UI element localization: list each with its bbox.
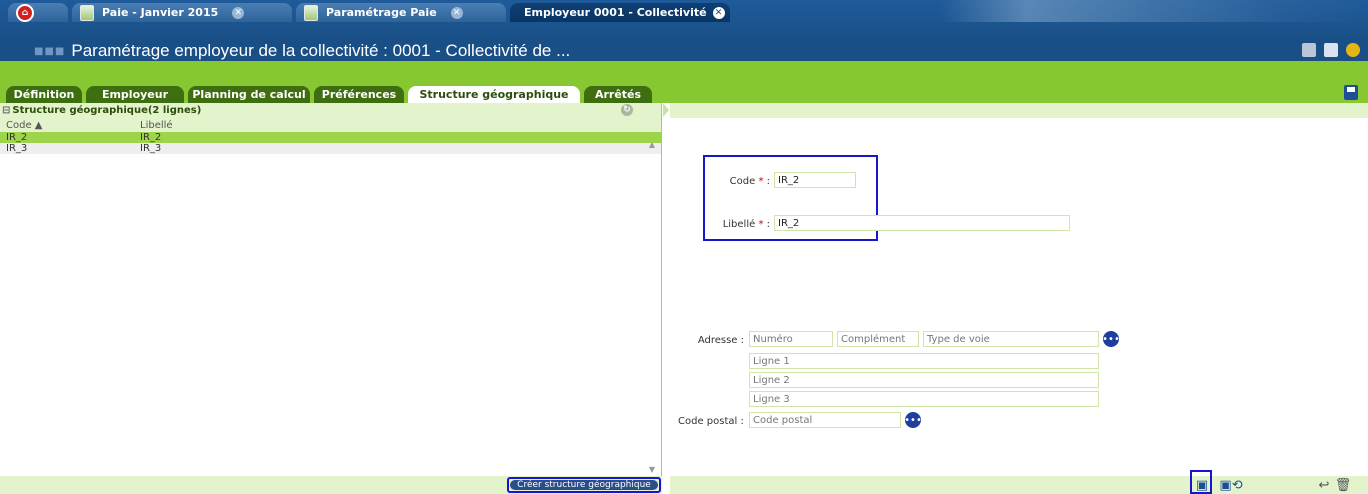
close-icon[interactable]: ✕ bbox=[450, 6, 463, 19]
help-icon[interactable] bbox=[1346, 43, 1360, 57]
tab-label: Employeur bbox=[101, 88, 169, 101]
column-header-row: Code ▲ Libellé bbox=[0, 118, 661, 132]
header-decoration bbox=[940, 0, 1368, 22]
create-structure-button[interactable]: Créer structure géographique bbox=[507, 477, 661, 493]
document-icon bbox=[80, 4, 94, 21]
delete-icon[interactable]: 🗑 bbox=[1335, 477, 1352, 493]
expand-arrow-icon[interactable] bbox=[663, 103, 669, 117]
label-text: Libellé bbox=[722, 219, 756, 230]
table-row[interactable]: IR_2 IR_2 bbox=[0, 132, 661, 143]
title-dots-icon: ■■■ bbox=[34, 45, 66, 57]
tab-label: Planning de calcul bbox=[192, 88, 306, 101]
exit-icon[interactable] bbox=[1324, 43, 1338, 57]
column-code[interactable]: Code ▲ bbox=[0, 120, 140, 131]
scroll-down-icon[interactable]: ▼ bbox=[649, 465, 655, 474]
home-icon[interactable]: ⌂ bbox=[16, 3, 34, 22]
form-header-strip bbox=[670, 103, 1368, 118]
cell-libelle: IR_2 bbox=[140, 132, 162, 143]
sub-tab-bar: Définition Employeur Planning de calcul … bbox=[0, 61, 1368, 103]
cell-code: IR_3 bbox=[6, 143, 28, 154]
close-icon[interactable]: ✕ bbox=[712, 6, 725, 19]
libelle-field[interactable]: IR_2 bbox=[774, 215, 1070, 231]
list-title: Structure géographique(2 lignes) bbox=[12, 105, 202, 116]
collapse-icon[interactable]: ⊟ bbox=[2, 105, 10, 116]
cell-code: IR_2 bbox=[6, 132, 28, 143]
code-field[interactable]: IR_2 bbox=[774, 172, 856, 188]
print-icon[interactable] bbox=[1302, 43, 1316, 57]
close-icon[interactable]: ✕ bbox=[232, 6, 245, 19]
column-label: Code bbox=[6, 119, 32, 131]
ligne1-input[interactable]: Ligne 1 bbox=[749, 353, 1099, 369]
more-options-icon[interactable]: ••• bbox=[904, 412, 922, 428]
code-label: Code * : bbox=[729, 176, 770, 187]
column-libelle[interactable]: Libellé bbox=[140, 120, 173, 131]
scroll-up-icon[interactable]: ▲ bbox=[649, 140, 655, 149]
tab-employeur-sub[interactable]: Employeur bbox=[86, 86, 184, 103]
tab-label: Préférences bbox=[321, 88, 397, 101]
tab-parametrage-paie[interactable]: Paramétrage Paie ✕ bbox=[296, 3, 506, 22]
list-footer: Créer structure géographique bbox=[0, 476, 662, 494]
detail-form: Code * : IR_2 Libellé * : IR_2 Adresse :… bbox=[670, 103, 1368, 494]
save-icon[interactable] bbox=[1344, 85, 1358, 100]
undo-icon[interactable]: ↩ bbox=[1316, 477, 1332, 493]
tab-label: Structure géographique bbox=[419, 88, 569, 101]
numero-input[interactable]: Numéro bbox=[749, 331, 833, 347]
form-footer: ▣ ▣⟲ ↩ 🗑 bbox=[670, 470, 1368, 494]
sort-asc-icon: ▲ bbox=[34, 119, 43, 131]
panel-splitter[interactable] bbox=[662, 103, 670, 494]
complement-input[interactable]: Complément bbox=[837, 331, 919, 347]
create-button-label: Créer structure géographique bbox=[510, 480, 658, 490]
save-icon[interactable]: ▣ bbox=[1194, 477, 1210, 493]
save-new-icon[interactable]: ▣⟲ bbox=[1216, 477, 1246, 493]
tab-label: Employeur 0001 - Collectivité bbox=[524, 6, 707, 19]
tab-planning-calcul[interactable]: Planning de calcul bbox=[188, 86, 310, 103]
refresh-icon[interactable]: ↻ bbox=[621, 104, 633, 116]
list-panel: ⊟ Structure géographique(2 lignes) ↻ Cod… bbox=[0, 103, 662, 494]
tab-employeur[interactable]: Employeur 0001 - Collectivité ✕ bbox=[510, 3, 730, 22]
label-text: Code bbox=[729, 176, 756, 187]
libelle-label: Libellé * : bbox=[722, 219, 770, 230]
tab-paie-janvier[interactable]: Paie - Janvier 2015 ✕ bbox=[72, 3, 292, 22]
list-header: ⊟ Structure géographique(2 lignes) ↻ bbox=[0, 103, 661, 118]
tab-label: Paramétrage Paie bbox=[326, 6, 437, 19]
type-voie-input[interactable]: Type de voie bbox=[923, 331, 1099, 347]
adresse-label: Adresse : bbox=[697, 335, 744, 346]
top-tab-bar: ⌂ Paie - Janvier 2015 ✕ Paramétrage Paie… bbox=[0, 0, 1368, 42]
tab-home[interactable]: ⌂ bbox=[8, 3, 68, 22]
tab-arretes[interactable]: Arrêtés bbox=[584, 86, 652, 103]
tab-definition[interactable]: Définition bbox=[6, 86, 82, 103]
cell-libelle: IR_3 bbox=[140, 143, 162, 154]
table-row[interactable]: IR_3 IR_3 bbox=[0, 143, 661, 154]
title-bar: ■■■ Paramétrage employeur de la collecti… bbox=[0, 41, 1368, 61]
code-postal-input[interactable]: Code postal bbox=[749, 412, 901, 428]
tab-preferences[interactable]: Préférences bbox=[314, 86, 404, 103]
tab-label: Arrêtés bbox=[594, 88, 642, 101]
document-icon bbox=[304, 4, 318, 21]
code-postal-label: Code postal : bbox=[678, 416, 744, 427]
more-options-icon[interactable]: ••• bbox=[1102, 331, 1120, 347]
tab-label: Paie - Janvier 2015 bbox=[102, 6, 219, 19]
page-title: Paramétrage employeur de la collectivité… bbox=[71, 41, 571, 60]
ligne2-input[interactable]: Ligne 2 bbox=[749, 372, 1099, 388]
tab-structure-geographique[interactable]: Structure géographique bbox=[408, 86, 580, 103]
tab-label: Définition bbox=[13, 88, 75, 101]
ligne3-input[interactable]: Ligne 3 bbox=[749, 391, 1099, 407]
